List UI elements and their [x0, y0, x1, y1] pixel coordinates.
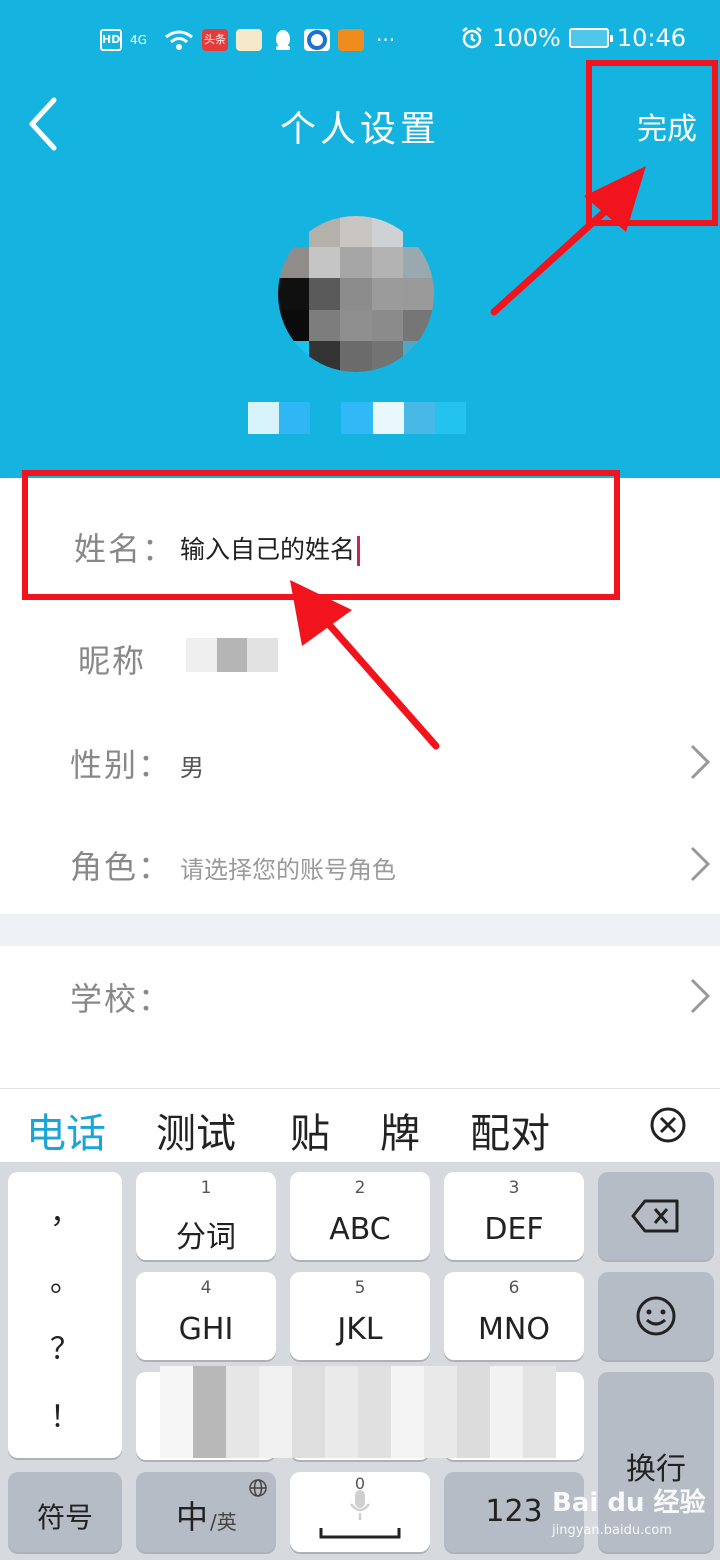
- punct-period[interactable]: 。: [8, 1248, 122, 1316]
- lang-main-label: 中: [176, 1498, 209, 1536]
- key-4-label: GHI: [178, 1312, 234, 1347]
- close-circle-icon[interactable]: [648, 1105, 688, 1145]
- symbol-label: 符号: [36, 1501, 93, 1534]
- key-1-label: 分词: [176, 1220, 236, 1255]
- watermark-brand: Bai du 经验: [552, 1488, 706, 1518]
- key-2-num: 2: [354, 1178, 366, 1198]
- smiley-icon: [636, 1296, 676, 1336]
- key-2-label: ABC: [329, 1212, 391, 1247]
- emoji-key[interactable]: [598, 1272, 714, 1360]
- key-3-num: 3: [508, 1178, 520, 1198]
- key-5-num: 5: [354, 1278, 366, 1298]
- candidate-1[interactable]: 电话: [26, 1101, 106, 1159]
- keyboard-blurred-area: [160, 1366, 556, 1458]
- key-1[interactable]: 1 分词: [136, 1172, 276, 1260]
- lang-sub-label: /英: [210, 1510, 237, 1534]
- space-key[interactable]: 0: [290, 1472, 430, 1552]
- key-5-label: JKL: [337, 1312, 383, 1347]
- key-4[interactable]: 4 GHI: [136, 1272, 276, 1360]
- space-bar-icon: [319, 1528, 401, 1539]
- punctuation-key[interactable]: ， 。 ？ ！: [8, 1172, 122, 1458]
- annotation-arrows: [290, 166, 646, 750]
- key-2[interactable]: 2 ABC: [290, 1172, 430, 1260]
- symbol-key[interactable]: 符号: [8, 1472, 122, 1552]
- watermark-url: jingyan.baidu.com: [552, 1523, 672, 1538]
- backspace-icon: [631, 1199, 679, 1233]
- baidu-watermark: Bai du 经验 jingyan.baidu.com: [552, 1482, 706, 1538]
- candidate-5[interactable]: 配对: [470, 1101, 550, 1159]
- candidate-4[interactable]: 牌: [380, 1101, 420, 1159]
- key-6-num: 6: [508, 1278, 520, 1298]
- candidate-2[interactable]: 测试: [156, 1101, 236, 1159]
- candidate-bar: 电话 测试 贴 牌 配对: [0, 1088, 720, 1162]
- globe-icon: [249, 1479, 267, 1497]
- key-6[interactable]: 6 MNO: [444, 1272, 584, 1360]
- key-3-label: DEF: [484, 1212, 544, 1247]
- language-switch-key[interactable]: 中 /英: [136, 1472, 276, 1552]
- punct-comma[interactable]: ，: [8, 1180, 122, 1248]
- key-5[interactable]: 5 JKL: [290, 1272, 430, 1360]
- punct-exclaim[interactable]: ！: [8, 1384, 122, 1452]
- key-1-num: 1: [200, 1178, 212, 1198]
- key-4-num: 4: [200, 1278, 212, 1298]
- punct-question[interactable]: ？: [8, 1316, 122, 1384]
- key-6-label: MNO: [478, 1312, 550, 1347]
- arrow-to-done: [490, 192, 626, 316]
- microphone-icon: [350, 1490, 370, 1520]
- backspace-key[interactable]: [598, 1172, 714, 1260]
- candidate-3[interactable]: 贴: [290, 1101, 330, 1159]
- arrow-to-name: [314, 608, 440, 750]
- key-3[interactable]: 3 DEF: [444, 1172, 584, 1260]
